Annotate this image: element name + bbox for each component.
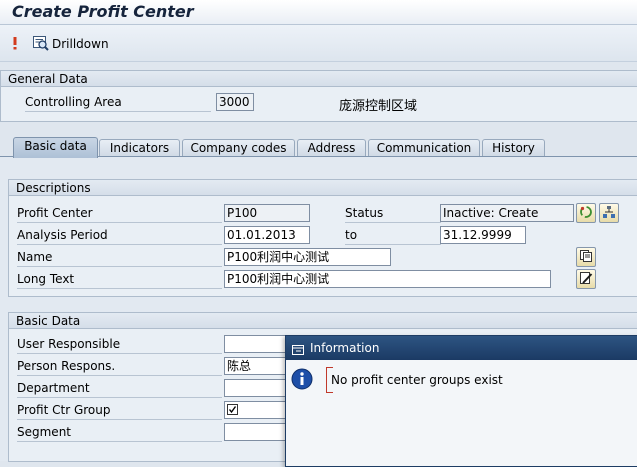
tab-communication[interactable]: Communication (368, 139, 480, 157)
segment-field[interactable] (224, 423, 294, 441)
application-toolbar: Drilldown (0, 25, 637, 62)
user-responsible-field[interactable] (224, 335, 294, 353)
information-dialog: Information No profit center groups exis… (285, 335, 637, 467)
drilldown-button[interactable]: Drilldown (33, 35, 109, 53)
title-bar: Create Profit Center (0, 0, 637, 25)
copy-icon (579, 249, 593, 266)
status-change-button[interactable] (576, 203, 596, 223)
analysis-period-to-field[interactable]: 31.12.9999 (440, 226, 526, 244)
tab-basic-data[interactable]: Basic data (13, 137, 98, 158)
profit-center-label: Profit Center (17, 204, 222, 223)
general-data-group: General Data Controlling Area 3000 庞源控制区… (0, 70, 637, 122)
long-text-label: Long Text (17, 270, 222, 289)
hierarchy-icon (602, 205, 616, 222)
controlling-area-description: 庞源控制区域 (339, 99, 418, 114)
department-field[interactable] (224, 379, 294, 397)
checkbox-icon (227, 404, 239, 418)
dialog-title: Information (310, 341, 380, 355)
copy-button[interactable] (576, 247, 596, 267)
person-responsible-field[interactable]: 陈总 (224, 357, 294, 375)
window-title: Create Profit Center (12, 2, 194, 21)
name-field[interactable]: P100利润中心测试 (224, 248, 391, 266)
status-field[interactable]: Inactive: Create (440, 204, 574, 222)
tab-indicators[interactable]: Indicators (99, 139, 180, 157)
tab-strip: Basic data Indicators Company codes Addr… (0, 137, 637, 158)
info-icon (291, 368, 313, 393)
user-responsible-label: User Responsible (17, 335, 222, 354)
controlling-area-field[interactable]: 3000 (216, 93, 254, 111)
exclamation-icon (10, 35, 20, 54)
analysis-period-label: Analysis Period (17, 226, 222, 245)
general-data-title: General Data (1, 71, 637, 87)
department-label: Department (17, 379, 222, 398)
status-label: Status (345, 204, 441, 223)
drilldown-icon (33, 35, 49, 54)
profit-ctr-group-field[interactable] (224, 401, 294, 419)
tab-address[interactable]: Address (297, 139, 366, 157)
descriptions-group: Descriptions Profit Center P100 Status I… (8, 179, 637, 297)
dialog-message: No profit center groups exist (331, 373, 503, 387)
controlling-area-label: Controlling Area (25, 93, 211, 112)
cycle-arrows-icon (579, 205, 593, 222)
person-responsible-label: Person Respons. (17, 357, 222, 376)
hierarchy-button[interactable] (599, 203, 619, 223)
edit-long-text-button[interactable] (576, 269, 596, 289)
pencil-icon (579, 271, 593, 288)
profit-ctr-group-label: Profit Ctr Group (17, 401, 222, 420)
to-label: to (345, 226, 441, 245)
window-icon (291, 341, 305, 365)
dialog-title-bar[interactable]: Information (286, 336, 637, 360)
tab-company-codes[interactable]: Company codes (182, 139, 295, 157)
descriptions-title: Descriptions (9, 180, 637, 196)
tab-history[interactable]: History (482, 139, 545, 157)
info-button[interactable] (10, 35, 20, 53)
name-label: Name (17, 248, 222, 267)
basic-data-title: Basic Data (9, 313, 637, 329)
drilldown-label: Drilldown (52, 37, 109, 51)
profit-center-field[interactable]: P100 (224, 204, 310, 222)
long-text-field[interactable]: P100利润中心测试 (224, 270, 551, 288)
analysis-period-from-field[interactable]: 01.01.2013 (224, 226, 310, 244)
segment-label: Segment (17, 423, 222, 442)
